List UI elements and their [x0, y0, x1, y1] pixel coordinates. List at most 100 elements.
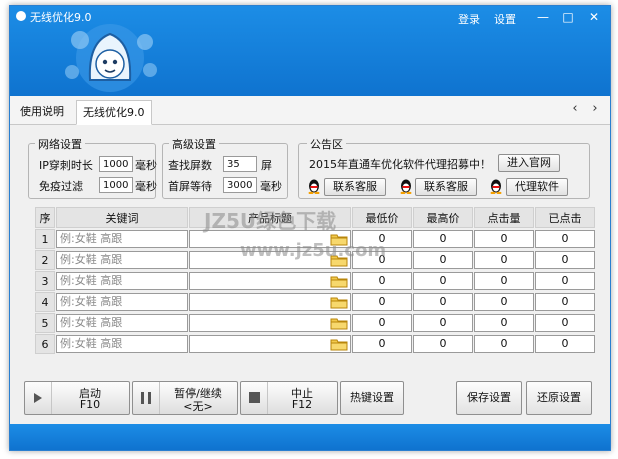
agent-software-button[interactable]: 代理软件 [506, 178, 568, 196]
folder-icon[interactable] [330, 317, 348, 330]
folder-icon[interactable] [330, 338, 348, 351]
pause-icon [141, 382, 160, 414]
app-logo-icon [16, 11, 26, 21]
search-screens-label: 查找屏数 [168, 159, 212, 172]
official-site-button[interactable]: 进入官网 [498, 154, 560, 172]
search-screens-input[interactable]: 35 [223, 156, 257, 172]
clicks-input[interactable]: 0 [474, 230, 534, 248]
clicks-input[interactable]: 0 [474, 293, 534, 311]
contact-service-button-1[interactable]: 联系客服 [324, 178, 386, 196]
ip-duration-unit: 毫秒 [135, 159, 157, 172]
clicked-value: 0 [535, 272, 595, 290]
tab-bar: 使用说明 无线优化9.0 ‹ › [10, 96, 610, 125]
first-screen-wait-unit: 毫秒 [260, 180, 282, 193]
start-button-key: F10 [79, 398, 101, 411]
min-price-input[interactable]: 0 [352, 230, 412, 248]
col-header-product-title: 产品标题 [189, 207, 351, 228]
pause-resume-key: <无> [183, 400, 213, 413]
row-index: 1 [35, 229, 55, 249]
first-screen-wait-label: 首屏等待 [168, 180, 212, 193]
keyword-input[interactable]: 例:女鞋 高跟 [56, 230, 188, 248]
keyword-input[interactable]: 例:女鞋 高跟 [56, 251, 188, 269]
clicks-input[interactable]: 0 [474, 251, 534, 269]
start-button[interactable]: 启动 F10 [24, 381, 130, 415]
clicked-value: 0 [535, 251, 595, 269]
first-screen-wait-input[interactable]: 3000 [223, 177, 257, 193]
settings-link[interactable]: 设置 [494, 11, 516, 27]
stop-button-key: F12 [291, 398, 313, 411]
contact-service-button-2[interactable]: 联系客服 [415, 178, 477, 196]
keyword-input[interactable]: 例:女鞋 高跟 [56, 293, 188, 311]
product-title-input[interactable] [189, 272, 351, 290]
col-header-clicked: 已点击 [535, 207, 595, 228]
network-settings-legend: 网络设置 [35, 136, 85, 152]
folder-icon[interactable] [330, 296, 348, 309]
keyword-input[interactable]: 例:女鞋 高跟 [56, 335, 188, 353]
filter-input[interactable]: 1000 [99, 177, 133, 193]
clicks-input[interactable]: 0 [474, 335, 534, 353]
table-row: 5 例:女鞋 高跟 0 0 0 0 [35, 313, 595, 333]
tab-wireless-optimize[interactable]: 无线优化9.0 [76, 100, 152, 125]
max-price-input[interactable]: 0 [413, 230, 473, 248]
max-price-input[interactable]: 0 [413, 335, 473, 353]
tab-prev-arrow-icon[interactable]: ‹ [568, 101, 582, 117]
table-header-row: 序 关键词 产品标题 最低价 最高价 点击量 已点击 [35, 207, 595, 228]
tab-instructions[interactable]: 使用说明 [14, 100, 70, 123]
restore-settings-button[interactable]: 还原设置 [526, 381, 592, 415]
qq-penguin-icon [308, 179, 320, 194]
col-header-max-price: 最高价 [413, 207, 473, 228]
table-row: 4 例:女鞋 高跟 0 0 0 0 [35, 292, 595, 312]
login-link[interactable]: 登录 [458, 11, 480, 27]
product-title-input[interactable] [189, 335, 351, 353]
min-price-input[interactable]: 0 [352, 251, 412, 269]
row-index: 4 [35, 292, 55, 312]
min-price-input[interactable]: 0 [352, 335, 412, 353]
product-title-input[interactable] [189, 230, 351, 248]
clicked-value: 0 [535, 314, 595, 332]
folder-icon[interactable] [330, 233, 348, 246]
max-price-input[interactable]: 0 [413, 251, 473, 269]
maximize-button[interactable]: □ [558, 10, 578, 24]
hotkey-settings-button[interactable]: 热键设置 [340, 381, 404, 415]
search-screens-unit: 屏 [261, 159, 272, 172]
row-index: 3 [35, 271, 55, 291]
folder-icon[interactable] [330, 275, 348, 288]
filter-unit: 毫秒 [135, 180, 157, 193]
max-price-input[interactable]: 0 [413, 293, 473, 311]
folder-icon[interactable] [330, 254, 348, 267]
col-header-keyword: 关键词 [56, 207, 188, 228]
qq-penguin-icon [400, 179, 412, 194]
minimize-button[interactable]: — [533, 10, 553, 24]
notice-text: 2015年直通车优化软件代理招募中！ [309, 158, 491, 171]
qq-penguin-icon [490, 179, 502, 194]
table-row: 2 例:女鞋 高跟 0 0 0 0 [35, 250, 595, 270]
keyword-input[interactable]: 例:女鞋 高跟 [56, 272, 188, 290]
ip-duration-input[interactable]: 1000 [99, 156, 133, 172]
save-settings-button[interactable]: 保存设置 [456, 381, 522, 415]
keyword-input[interactable]: 例:女鞋 高跟 [56, 314, 188, 332]
pause-resume-button[interactable]: 暂停/继续 <无> [132, 381, 238, 415]
product-title-input[interactable] [189, 293, 351, 311]
tab-next-arrow-icon[interactable]: › [588, 101, 602, 117]
min-price-input[interactable]: 0 [352, 293, 412, 311]
clicks-input[interactable]: 0 [474, 314, 534, 332]
bottom-bar [10, 424, 610, 450]
table-row: 3 例:女鞋 高跟 0 0 0 0 [35, 271, 595, 291]
table-row: 1 例:女鞋 高跟 0 0 0 0 [35, 229, 595, 249]
max-price-input[interactable]: 0 [413, 272, 473, 290]
product-title-input[interactable] [189, 251, 351, 269]
product-title-input[interactable] [189, 314, 351, 332]
max-price-input[interactable]: 0 [413, 314, 473, 332]
col-header-clicks: 点击量 [474, 207, 534, 228]
close-button[interactable]: ✕ [584, 10, 604, 24]
stop-icon [249, 382, 268, 414]
keyword-table: 序 关键词 产品标题 最低价 最高价 点击量 已点击 1 例:女鞋 高跟 0 0… [34, 206, 596, 355]
stop-button[interactable]: 中止 F12 [240, 381, 338, 415]
advanced-settings-legend: 高级设置 [169, 136, 219, 152]
app-window: 无线优化9.0 登录 设置 — □ ✕ 使用说明 无线优化9.0 ‹ › 网络设… [9, 5, 611, 451]
clicks-input[interactable]: 0 [474, 272, 534, 290]
min-price-input[interactable]: 0 [352, 314, 412, 332]
clicked-value: 0 [535, 230, 595, 248]
min-price-input[interactable]: 0 [352, 272, 412, 290]
row-index: 5 [35, 313, 55, 333]
